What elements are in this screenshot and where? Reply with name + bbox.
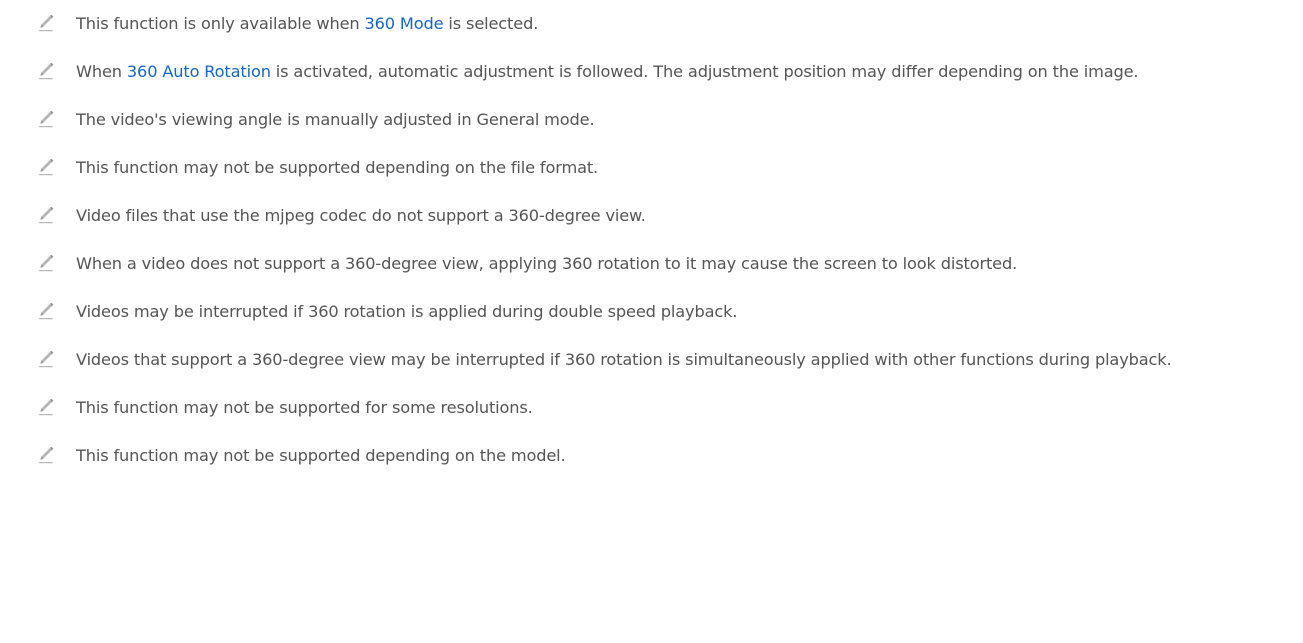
notes-list: This function is only available when 360…: [38, 8, 1300, 488]
note-text: This function may not be supported depen…: [76, 446, 566, 465]
list-item: This function may not be supported depen…: [38, 440, 1300, 472]
note-text: is activated, automatic adjustment is fo…: [270, 62, 1139, 81]
pencil-icon: [38, 446, 54, 464]
pencil-icon: [38, 254, 54, 272]
list-item: When a video does not support a 360-degr…: [38, 248, 1300, 280]
pencil-icon: [38, 110, 54, 128]
note-text: When: [76, 62, 127, 81]
pencil-icon: [38, 350, 54, 368]
list-item: This function is only available when 360…: [38, 8, 1300, 40]
pencil-icon: [38, 206, 54, 224]
list-item: When 360 Auto Rotation is activated, aut…: [38, 56, 1300, 88]
note-text: When a video does not support a 360-degr…: [76, 254, 1018, 273]
note-text: is selected.: [443, 14, 539, 33]
pencil-icon: [38, 14, 54, 32]
pencil-icon: [38, 62, 54, 80]
link-360-auto-rotation[interactable]: 360 Auto Rotation: [127, 62, 271, 81]
pencil-icon: [38, 398, 54, 416]
list-item: Videos that support a 360-degree view ma…: [38, 344, 1300, 376]
note-text: This function may not be supported for s…: [76, 398, 533, 417]
note-text: Video files that use the mjpeg codec do …: [76, 206, 646, 225]
pencil-icon: [38, 158, 54, 176]
note-text: This function may not be supported depen…: [76, 158, 599, 177]
list-item: This function may not be supported depen…: [38, 152, 1300, 184]
list-item: Video files that use the mjpeg codec do …: [38, 200, 1300, 232]
list-item: Videos may be interrupted if 360 rotatio…: [38, 296, 1300, 328]
note-text: Videos that support a 360-degree view ma…: [76, 350, 1172, 369]
list-item: This function may not be supported for s…: [38, 392, 1300, 424]
note-text: The video's viewing angle is manually ad…: [76, 110, 595, 129]
note-text: Videos may be interrupted if 360 rotatio…: [76, 302, 738, 321]
list-item: The video's viewing angle is manually ad…: [38, 104, 1300, 136]
pencil-icon: [38, 302, 54, 320]
link-360-mode[interactable]: 360 Mode: [364, 14, 443, 33]
note-text: This function is only available when: [76, 14, 365, 33]
